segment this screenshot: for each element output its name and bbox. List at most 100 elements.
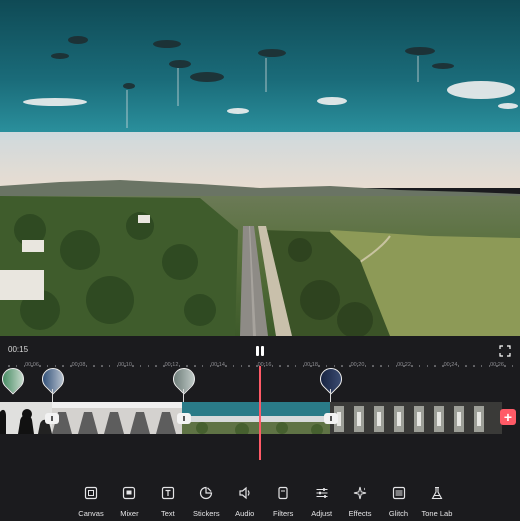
- ruler-tick: [388, 365, 390, 367]
- ruler-tick: [55, 365, 57, 367]
- ruler-tick: [326, 365, 328, 367]
- mixer-icon: [122, 486, 136, 500]
- stickers-button[interactable]: Stickers: [187, 480, 225, 520]
- ruler-tick: [186, 365, 188, 367]
- ruler-tick: [512, 365, 514, 367]
- ruler-tick: [341, 365, 343, 367]
- ruler-tick: [241, 365, 243, 367]
- video-clip-2[interactable]: [52, 402, 182, 434]
- effects-icon: [353, 486, 367, 500]
- ruler-tick: [16, 365, 18, 367]
- audio-button[interactable]: Audio: [226, 480, 264, 520]
- text-label: Text: [161, 509, 175, 518]
- transition-button-1[interactable]: [45, 413, 59, 424]
- ruler-tick: [202, 365, 204, 367]
- ruler-tick: [403, 365, 405, 367]
- tone-lab-label: Tone Lab: [422, 509, 453, 518]
- adjust-icon: [315, 486, 329, 500]
- ruler-tick: [86, 365, 88, 367]
- ruler-tick: [489, 365, 491, 367]
- effect-marker-2[interactable]: [42, 368, 64, 396]
- ruler-tick: [380, 365, 382, 367]
- mixer-button[interactable]: Mixer: [110, 480, 148, 520]
- clip-thumbnail: [52, 402, 182, 434]
- ruler-tick: [295, 365, 297, 367]
- ruler-tick: [318, 365, 320, 367]
- ruler-tick: [310, 365, 312, 367]
- ruler-tick: [349, 365, 351, 367]
- ruler-tick: [140, 365, 142, 367]
- ruler-tick: [458, 365, 460, 367]
- audio-label: Audio: [235, 509, 254, 518]
- ruler-tick: [442, 365, 444, 367]
- glitch-icon: [392, 486, 406, 500]
- marker-thumbnail: [315, 363, 346, 394]
- ruler-tick: [248, 365, 250, 367]
- ruler-tick: [411, 365, 413, 367]
- marker-thumbnail: [168, 363, 199, 394]
- stickers-icon: [199, 486, 213, 500]
- tone-lab-button[interactable]: Tone Lab: [418, 480, 456, 520]
- ruler-tick: [279, 365, 281, 367]
- effects-button[interactable]: Effects: [341, 480, 379, 520]
- pause-icon: [256, 346, 259, 356]
- playhead[interactable]: [259, 366, 261, 460]
- ruler-tick: [117, 365, 119, 367]
- ruler-tick: [163, 365, 165, 367]
- glitch-button[interactable]: Glitch: [380, 480, 418, 520]
- adjust-button[interactable]: Adjust: [303, 480, 341, 520]
- effect-marker-1[interactable]: [2, 368, 24, 396]
- ruler-tick: [194, 365, 196, 367]
- filters-icon: [276, 486, 290, 500]
- ruler-tick: [101, 365, 103, 367]
- ruler-tick: [225, 365, 227, 367]
- ruler-tick: [132, 365, 134, 367]
- audio-icon: [238, 486, 252, 500]
- effects-label: Effects: [349, 509, 372, 518]
- preview-frame-image: [0, 0, 520, 336]
- ruler-tick: [155, 365, 157, 367]
- ruler-tick: [496, 365, 498, 367]
- adjust-label: Adjust: [311, 509, 332, 518]
- ruler-tick: [372, 365, 374, 367]
- ruler-tick: [31, 365, 33, 367]
- fullscreen-button[interactable]: [499, 344, 511, 356]
- transition-button-2[interactable]: [177, 413, 191, 424]
- text-icon: [161, 486, 175, 500]
- pause-button[interactable]: [252, 344, 268, 358]
- ruler-tick: [39, 365, 41, 367]
- transition-button-3[interactable]: [324, 413, 338, 424]
- ruler-tick: [47, 365, 49, 367]
- glitch-label: Glitch: [389, 509, 408, 518]
- effect-marker-3[interactable]: [173, 368, 195, 396]
- canvas-button[interactable]: Canvas: [72, 480, 110, 520]
- mixer-label: Mixer: [120, 509, 138, 518]
- ruler-tick: [465, 365, 467, 367]
- video-clip-4[interactable]: [330, 402, 502, 434]
- effect-marker-4[interactable]: [320, 368, 342, 396]
- ruler-tick: [419, 365, 421, 367]
- ruler-tick: [473, 365, 475, 367]
- ruler-tick: [62, 365, 64, 367]
- canvas-label: Canvas: [78, 509, 103, 518]
- bottom-toolbar: Canvas Mixer Text Stickers Audio: [72, 480, 456, 520]
- ruler-tick: [396, 365, 398, 367]
- video-preview[interactable]: [0, 0, 520, 336]
- add-clip-button[interactable]: +: [500, 409, 516, 425]
- filters-button[interactable]: Filters: [264, 480, 302, 520]
- ruler-tick: [365, 365, 367, 367]
- marker-thumbnail: [37, 363, 68, 394]
- video-clip-3[interactable]: [182, 402, 330, 434]
- ruler-tick: [233, 365, 235, 367]
- ruler-tick: [148, 365, 150, 367]
- ruler-tick: [481, 365, 483, 367]
- ruler-tick: [124, 365, 126, 367]
- ruler-tick: [24, 365, 26, 367]
- filters-label: Filters: [273, 509, 293, 518]
- current-time-label: 00:15: [8, 345, 28, 354]
- clip-thumbnail: [330, 402, 502, 434]
- ruler-tick: [303, 365, 305, 367]
- text-button[interactable]: Text: [149, 480, 187, 520]
- ruler-tick: [93, 365, 95, 367]
- tone-lab-icon: [430, 486, 444, 500]
